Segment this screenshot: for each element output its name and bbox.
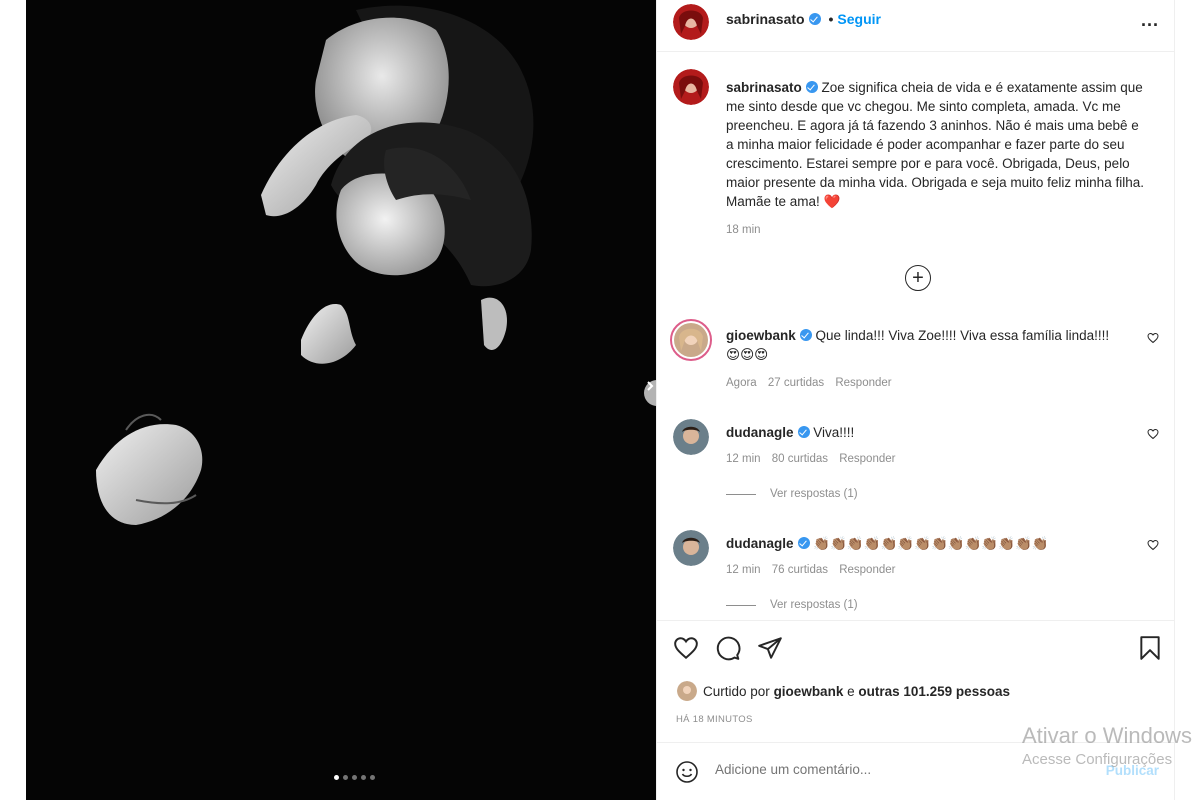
separator-dot: • — [828, 11, 834, 27]
comments-section[interactable]: sabrinasato Zoe significa cheia de vida … — [657, 53, 1175, 620]
comment-text: Que linda!!! Viva Zoe!!!! Viva essa famí… — [815, 328, 1110, 343]
verified-icon — [805, 81, 818, 93]
more-icon[interactable]: ... — [1141, 10, 1159, 31]
right-edge — [1174, 0, 1200, 800]
post-actions: Curtido por gioewbank e outras 101.259 p… — [657, 620, 1175, 760]
commenter-avatar[interactable] — [673, 530, 709, 566]
comment-meta: Agora 27 curtidas Responder — [726, 377, 900, 389]
photo-illustration — [26, 0, 656, 800]
comment-icon[interactable] — [715, 635, 741, 661]
commenter-avatar[interactable] — [670, 319, 712, 361]
caption-username[interactable]: sabrinasato — [726, 80, 802, 95]
comment-input[interactable] — [715, 762, 1015, 777]
comment-username[interactable]: gioewbank — [726, 328, 796, 343]
verified-icon — [797, 426, 810, 438]
liked-by-user[interactable]: gioewbank — [774, 684, 844, 699]
comment-username[interactable]: dudanagle — [726, 425, 794, 440]
chevron-right-icon — [647, 381, 654, 391]
heart-icon[interactable] — [673, 635, 699, 661]
add-comment-bar: Publicar — [657, 742, 1175, 800]
smile-icon[interactable] — [675, 760, 699, 784]
like-comment-button[interactable] — [1147, 332, 1159, 347]
view-replies-button[interactable]: Ver respostas (1) — [726, 599, 858, 611]
caption-author-avatar[interactable] — [673, 69, 709, 105]
comment-emoji: 😍😍😍 — [726, 347, 769, 362]
carousel-dot — [370, 775, 375, 780]
like-comment-button[interactable] — [1147, 428, 1159, 443]
comment-text: 👏🏽👏🏽👏🏽👏🏽👏🏽👏🏽👏🏽👏🏽👏🏽👏🏽👏🏽👏🏽👏🏽👏🏽 — [813, 536, 1049, 551]
verified-icon — [797, 537, 810, 549]
post-photo[interactable] — [26, 0, 656, 800]
caption-time: 18 min — [726, 224, 761, 236]
post-side-panel: sabrinasato • Seguir ... sabrinasato Zoe … — [656, 0, 1175, 800]
reply-button[interactable]: Responder — [835, 377, 891, 389]
heart-icon — [1147, 332, 1159, 344]
comment-likes[interactable]: 27 curtidas — [768, 377, 824, 389]
plus-icon: + — [912, 267, 924, 289]
posted-time[interactable]: HÁ 18 MINUTOS — [676, 714, 753, 725]
instagram-post-page: sabrinasato • Seguir ... sabrinasato Zoe … — [0, 0, 1200, 800]
verified-icon — [808, 13, 821, 25]
reply-button[interactable]: Responder — [839, 453, 895, 465]
comment-text-line: dudanagle 👏🏽👏🏽👏🏽👏🏽👏🏽👏🏽👏🏽👏🏽👏🏽👏🏽👏🏽👏🏽👏🏽👏🏽 — [726, 534, 1136, 553]
like-comment-button[interactable] — [1147, 539, 1159, 554]
view-replies-label: Ver respostas (1) — [770, 599, 858, 611]
left-gutter — [0, 0, 26, 800]
comment-meta: 12 min 80 curtidas Responder — [726, 453, 903, 465]
liker-avatar[interactable] — [677, 681, 697, 701]
comment-username[interactable]: dudanagle — [726, 536, 794, 551]
verified-icon — [799, 329, 812, 341]
view-replies-label: Ver respostas (1) — [770, 488, 858, 500]
publish-button[interactable]: Publicar — [1106, 763, 1159, 778]
post-caption: sabrinasato Zoe significa cheia de vida … — [726, 78, 1146, 211]
heart-icon — [1147, 539, 1159, 551]
replies-line — [726, 493, 756, 495]
load-more-comments-button[interactable]: + — [905, 265, 931, 291]
comment-text: Viva!!!! — [813, 425, 855, 440]
carousel-dot — [343, 775, 348, 780]
bookmark-icon[interactable] — [1137, 635, 1163, 661]
commenter-avatar[interactable] — [673, 419, 709, 455]
follow-button[interactable]: Seguir — [837, 11, 881, 27]
comment-time[interactable]: 12 min — [726, 453, 761, 465]
comment-meta: 12 min 76 curtidas Responder — [726, 564, 903, 576]
reply-button[interactable]: Responder — [839, 564, 895, 576]
post-header: sabrinasato • Seguir ... — [657, 0, 1175, 52]
author-avatar[interactable] — [673, 4, 709, 40]
heart-icon — [1147, 428, 1159, 440]
comment-time[interactable]: Agora — [726, 377, 757, 389]
comment-time[interactable]: 12 min — [726, 564, 761, 576]
liked-prefix: Curtido por — [703, 683, 770, 699]
header-user-line: sabrinasato • Seguir — [726, 11, 881, 27]
caption-text: Zoe significa cheia de vida e é exatamen… — [726, 80, 1144, 209]
comment-text-line: dudanagle Viva!!!! — [726, 423, 1136, 442]
comment-likes[interactable]: 76 curtidas — [772, 564, 828, 576]
carousel-dot — [352, 775, 357, 780]
author-username[interactable]: sabrinasato — [726, 11, 805, 27]
replies-line — [726, 604, 756, 606]
carousel-dot — [334, 775, 339, 780]
share-icon[interactable] — [757, 635, 783, 661]
liked-middle: e — [847, 683, 855, 699]
liked-by-summary: Curtido por gioewbank e outras 101.259 p… — [677, 681, 1010, 701]
heart-emoji: ❤️ — [823, 194, 841, 209]
comment-likes[interactable]: 80 curtidas — [772, 453, 828, 465]
comment-text-line: gioewbank Que linda!!! Viva Zoe!!!! Viva… — [726, 326, 1136, 364]
carousel-dot — [361, 775, 366, 780]
carousel-indicator — [334, 775, 375, 780]
view-replies-button[interactable]: Ver respostas (1) — [726, 488, 858, 500]
likes-count[interactable]: outras 101.259 pessoas — [858, 684, 1010, 699]
